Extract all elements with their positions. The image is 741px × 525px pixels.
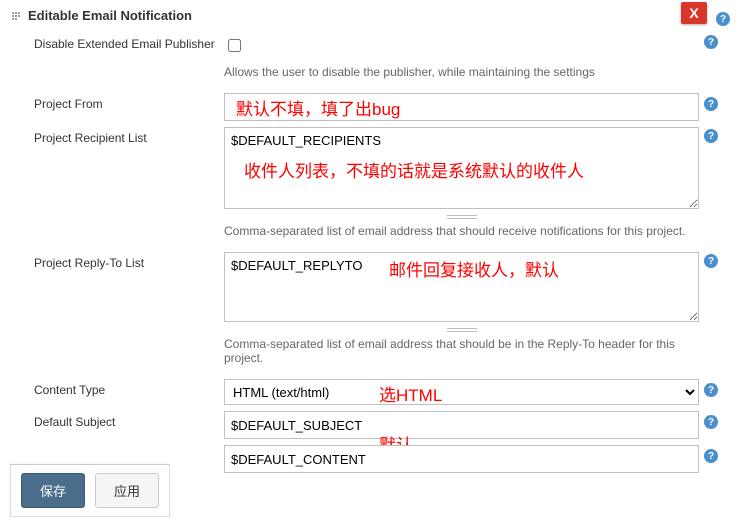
- save-button[interactable]: 保存: [21, 473, 85, 508]
- recipient-list-label: Project Recipient List: [12, 127, 224, 145]
- default-subject-input[interactable]: [224, 411, 699, 439]
- drag-handle-icon[interactable]: [12, 10, 22, 22]
- apply-button[interactable]: 应用: [95, 473, 159, 508]
- help-icon[interactable]: ?: [704, 254, 718, 268]
- disable-publisher-checkbox[interactable]: [228, 39, 241, 52]
- reply-to-textarea[interactable]: [224, 252, 699, 322]
- help-icon[interactable]: ?: [704, 129, 718, 143]
- help-icon[interactable]: ?: [704, 383, 718, 397]
- help-icon[interactable]: ?: [704, 35, 718, 49]
- reply-to-label: Project Reply-To List: [12, 252, 224, 270]
- section-title: Editable Email Notification: [28, 8, 192, 23]
- content-type-select[interactable]: HTML (text/html): [224, 379, 699, 405]
- default-content-input[interactable]: [224, 445, 699, 473]
- content-type-label: Content Type: [12, 379, 224, 397]
- default-content-label: [12, 445, 224, 449]
- project-from-label: Project From: [12, 93, 224, 111]
- disable-publisher-label: Disable Extended Email Publisher: [12, 33, 224, 51]
- default-subject-label: Default Subject: [12, 411, 224, 429]
- project-from-input[interactable]: [224, 93, 699, 121]
- disable-publisher-hint: Allows the user to disable the publisher…: [224, 65, 699, 79]
- help-icon[interactable]: ?: [704, 97, 718, 111]
- recipient-list-hint: Comma-separated list of email address th…: [224, 224, 699, 238]
- footer-buttons: 保存 应用: [10, 464, 170, 517]
- reply-to-hint: Comma-separated list of email address th…: [224, 337, 699, 365]
- recipient-list-textarea[interactable]: [224, 127, 699, 209]
- resize-grip[interactable]: [224, 327, 699, 333]
- help-icon[interactable]: ?: [704, 415, 718, 429]
- help-icon[interactable]: ?: [704, 449, 718, 463]
- resize-grip[interactable]: [224, 214, 699, 220]
